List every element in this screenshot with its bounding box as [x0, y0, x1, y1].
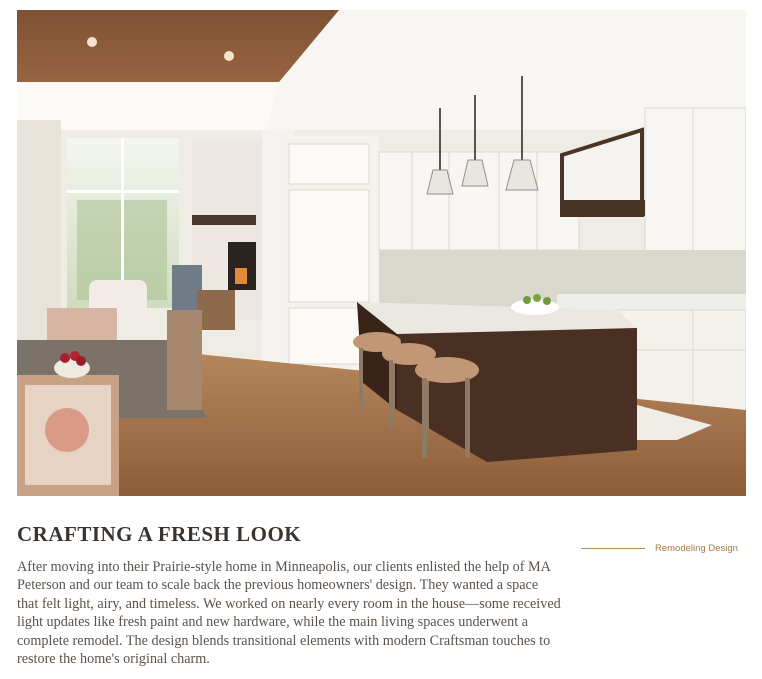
category-tag-link[interactable]: Remodeling Design: [655, 543, 738, 554]
kitchen-illustration: [17, 10, 746, 496]
tag-divider-line: [581, 548, 645, 549]
section-heading: CRAFTING A FRESH LOOK: [17, 522, 302, 546]
article-body: After moving into their Prairie-style ho…: [17, 559, 561, 668]
hero-photo: [17, 10, 746, 496]
